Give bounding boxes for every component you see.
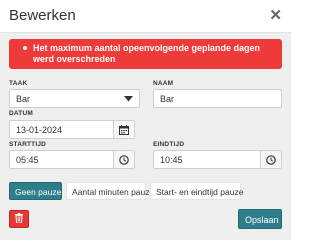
delete-button[interactable]: [9, 210, 29, 228]
starttijd-value: 05:45: [16, 155, 39, 165]
close-icon[interactable]: ✕: [269, 7, 282, 24]
eindtijd-value: 10:45: [160, 155, 183, 165]
save-button[interactable]: Opslaan: [238, 209, 282, 229]
trash-icon: [15, 213, 23, 225]
dialog-header: Bewerken ✕: [0, 0, 291, 33]
pause-option-start-eindtijd[interactable]: Start- en eindtijd pauze: [150, 182, 243, 200]
clock-icon[interactable]: [113, 151, 134, 168]
naam-value: Bar: [160, 94, 175, 104]
naam-label: NAAM: [153, 80, 174, 87]
dialog-body: Het maximum aantal opeenvolgende gepland…: [0, 33, 291, 240]
edit-dialog: Bewerken ✕ Het maximum aantal opeenvolge…: [0, 0, 291, 240]
taak-select[interactable]: Bar: [9, 89, 140, 108]
caret-down-icon: [117, 90, 139, 107]
taak-value: Bar: [16, 94, 31, 104]
eindtijd-input[interactable]: 10:45: [153, 150, 282, 169]
calendar-icon[interactable]: [113, 121, 134, 138]
starttijd-label: STARTTIJD: [9, 141, 47, 148]
dialog-title: Bewerken: [9, 7, 76, 24]
eindtijd-label: EINDTIJD: [153, 141, 185, 148]
pause-option-aantal-minuten[interactable]: Aantal minuten pauze: [66, 182, 154, 200]
error-alert: Het maximum aantal opeenvolgende gepland…: [9, 39, 282, 69]
taak-label: TAAK: [9, 80, 28, 87]
starttijd-input[interactable]: 05:45: [9, 150, 135, 169]
error-message: Het maximum aantal opeenvolgende gepland…: [23, 43, 276, 65]
naam-input[interactable]: Bar: [153, 89, 282, 108]
pause-option-geen-pauze[interactable]: Geen pauze: [9, 182, 62, 200]
datum-value: 13-01-2024: [16, 125, 63, 135]
clock-icon[interactable]: [260, 151, 281, 168]
datum-input[interactable]: 13-01-2024: [9, 120, 135, 139]
datum-label: DATUM: [9, 110, 33, 117]
